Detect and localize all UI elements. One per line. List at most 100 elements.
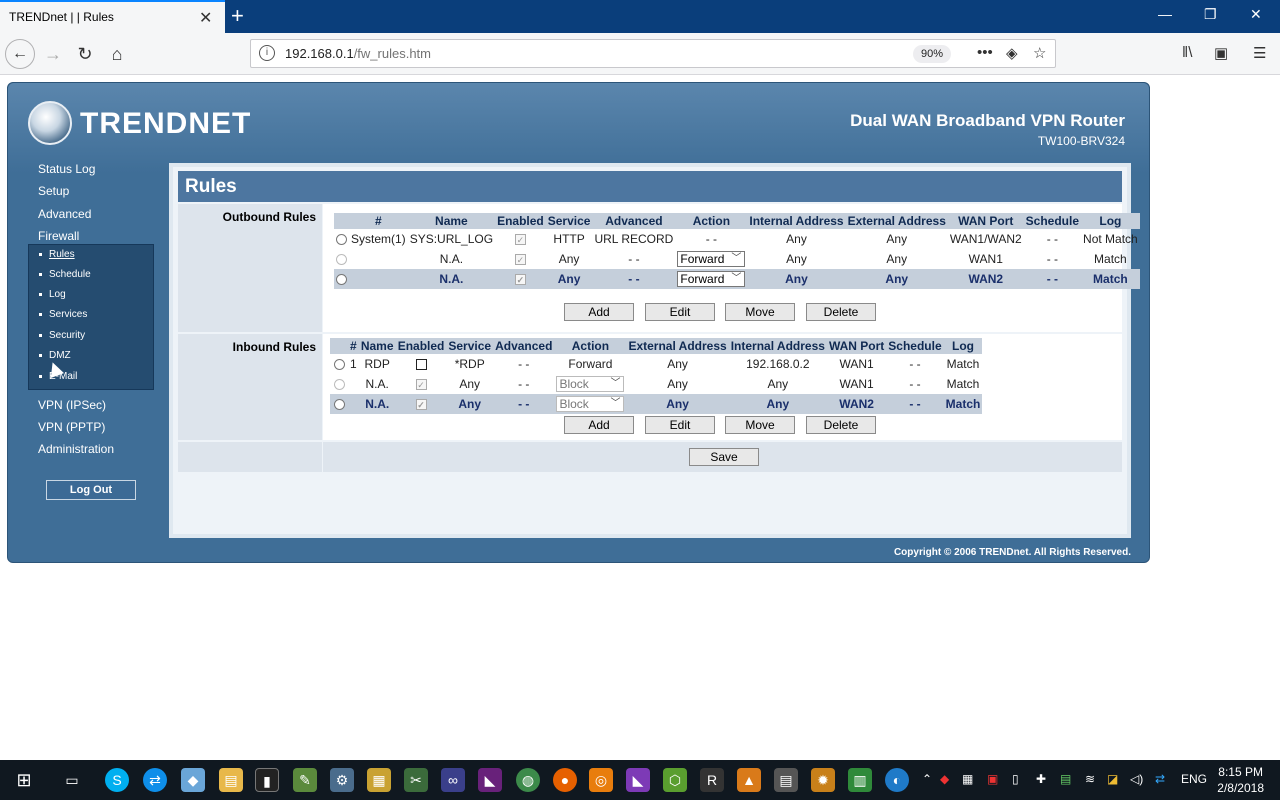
cell: Match — [1081, 269, 1140, 289]
visual-studio-icon[interactable]: ◣ — [478, 768, 502, 792]
row-radio[interactable] — [336, 234, 347, 246]
logout-button[interactable]: Log Out — [46, 480, 136, 500]
nav-administration[interactable]: Administration — [38, 442, 114, 456]
forward-icon[interactable]: → — [39, 41, 67, 67]
action-select[interactable]: Block ﹀ — [556, 396, 625, 412]
clock[interactable]: 8:15 PM 2/8/2018 — [1217, 764, 1264, 796]
zoom-indicator[interactable]: 90% — [913, 45, 951, 63]
app-icon[interactable]: ▦ — [367, 768, 391, 792]
save-button[interactable]: Save — [689, 448, 759, 466]
windows-start-icon[interactable]: ⊞ — [12, 768, 36, 792]
table-row: N.A. ✓ Any - - Forward ﹀ Any Any WAN1 - -… — [334, 249, 1140, 269]
restore-icon[interactable]: ❐ — [1204, 6, 1217, 23]
row-radio[interactable] — [336, 274, 347, 286]
browser-navbar: ← → ↻ ⌂ i 192.168.0.1/fw_rules.htm 90% •… — [0, 33, 1280, 75]
volume-icon[interactable]: ◁) — [1130, 772, 1143, 786]
row-radio[interactable] — [333, 379, 345, 391]
security-icon[interactable]: ✚ — [1036, 772, 1046, 786]
network-app-icon[interactable]: ⚙ — [330, 768, 354, 792]
cell: Any — [728, 394, 827, 414]
teamviewer-icon[interactable]: ⇄ — [143, 768, 167, 792]
action-select[interactable]: Forward ﹀ — [677, 251, 746, 267]
tray-app-icon[interactable]: ▦ — [962, 772, 973, 786]
firefox-icon[interactable]: ● — [553, 768, 577, 792]
cell: - - — [909, 357, 921, 371]
cell: System(1) — [351, 232, 406, 246]
wifi-icon[interactable]: ≋ — [1085, 772, 1095, 786]
nav-advanced[interactable]: Advanced — [38, 207, 91, 221]
app-icon[interactable]: ✹ — [811, 768, 835, 792]
nav-vpn-ipsec[interactable]: VPN (IPSec) — [38, 398, 106, 412]
home-icon[interactable]: ⌂ — [103, 41, 131, 67]
outbound-add-button[interactable]: Add — [564, 303, 634, 321]
inbound-edit-button[interactable]: Edit — [645, 416, 715, 434]
pocket-icon[interactable]: ◈ — [1006, 44, 1018, 62]
inbound-delete-button[interactable]: Delete — [806, 416, 876, 434]
window-close-icon[interactable]: ✕ — [1250, 6, 1262, 23]
sidebar-icon[interactable]: ▣ — [1214, 44, 1228, 62]
minimize-icon[interactable]: — — [1158, 6, 1172, 22]
nav-vpn-pptp[interactable]: VPN (PPTP) — [38, 420, 105, 434]
outbound-delete-button[interactable]: Delete — [806, 303, 876, 321]
skype-icon[interactable]: S — [105, 768, 129, 792]
browser-tab[interactable]: TRENDnet | | Rules ✕ — [0, 0, 225, 33]
tab-close-icon[interactable]: ✕ — [199, 8, 212, 28]
tray-app-icon[interactable]: ◆ — [940, 772, 949, 786]
teamviewer-tray-icon[interactable]: ⇄ — [1155, 772, 1165, 786]
infinity-icon[interactable]: ∞ — [441, 768, 465, 792]
clapper-icon[interactable]: ▤ — [774, 768, 798, 792]
nav-status-log[interactable]: Status Log — [38, 162, 95, 176]
enabled-checkbox[interactable] — [415, 359, 427, 371]
reload-icon[interactable]: ↻ — [71, 41, 99, 67]
library-icon[interactable]: ‖\ — [1182, 44, 1192, 61]
app-icon[interactable]: ◐ — [885, 768, 909, 792]
page-actions-icon[interactable]: ••• — [977, 44, 993, 61]
app-icon[interactable]: ▲ — [737, 768, 761, 792]
tray-expand-icon[interactable]: ⌃ — [922, 772, 932, 786]
outbound-move-button[interactable]: Move — [725, 303, 795, 321]
row-radio[interactable] — [333, 399, 345, 411]
subnav-schedule[interactable]: Schedule — [39, 269, 91, 280]
nav-setup[interactable]: Setup — [38, 184, 69, 198]
cell — [348, 394, 359, 414]
file-explorer-icon[interactable]: ▤ — [219, 768, 243, 792]
outbound-edit-button[interactable]: Edit — [645, 303, 715, 321]
task-view-icon[interactable]: ▭ — [60, 768, 84, 792]
app-icon[interactable]: ▥ — [848, 768, 872, 792]
tray-app-icon[interactable]: ▤ — [1060, 772, 1071, 786]
url-host: 192.168.0.1 — [285, 46, 354, 61]
back-icon[interactable]: ← — [5, 39, 35, 69]
inbound-move-button[interactable]: Move — [725, 416, 795, 434]
bookmark-star-icon[interactable]: ☆ — [1033, 44, 1046, 62]
app-icon[interactable]: ◆ — [181, 768, 205, 792]
subnav-security[interactable]: Security — [39, 330, 85, 341]
battery-icon[interactable]: ◪ — [1107, 772, 1118, 786]
url-bar[interactable]: i 192.168.0.1/fw_rules.htm 90% ••• ◈ ☆ — [250, 39, 1056, 68]
site-info-icon[interactable]: i — [259, 45, 275, 61]
subnav-services[interactable]: Services — [39, 309, 87, 320]
menu-icon[interactable]: ☰ — [1253, 44, 1266, 62]
row-radio[interactable] — [333, 359, 345, 371]
blender-icon[interactable]: ◎ — [589, 768, 613, 792]
tools-icon[interactable]: ✂ — [404, 768, 428, 792]
inbound-add-button[interactable]: Add — [564, 416, 634, 434]
subnav-dmz[interactable]: DMZ — [39, 350, 71, 361]
visual-studio-2-icon[interactable]: ◣ — [626, 768, 650, 792]
new-tab-icon[interactable]: + — [231, 3, 244, 29]
subnav-log[interactable]: Log — [39, 289, 66, 300]
app-icon[interactable]: ⬡ — [663, 768, 687, 792]
cell: N.A. — [358, 394, 396, 414]
nav-firewall[interactable]: Firewall — [38, 229, 79, 243]
globe-icon[interactable]: ◍ — [516, 768, 540, 792]
lock-icon[interactable]: ▣ — [987, 772, 998, 786]
app-icon[interactable]: ✎ — [293, 768, 317, 792]
usb-icon[interactable]: ▯ — [1012, 772, 1019, 786]
action-select[interactable]: Block ﹀ — [556, 376, 625, 392]
app-icon[interactable]: R — [700, 768, 724, 792]
subnav-rules[interactable]: Rules — [39, 249, 75, 260]
row-radio[interactable] — [336, 254, 347, 266]
action-select[interactable]: Forward ﹀ — [677, 271, 746, 287]
cell: Forward — [568, 357, 613, 371]
terminal-icon[interactable]: ▮ — [255, 768, 279, 792]
language-indicator[interactable]: ENG — [1181, 772, 1207, 786]
